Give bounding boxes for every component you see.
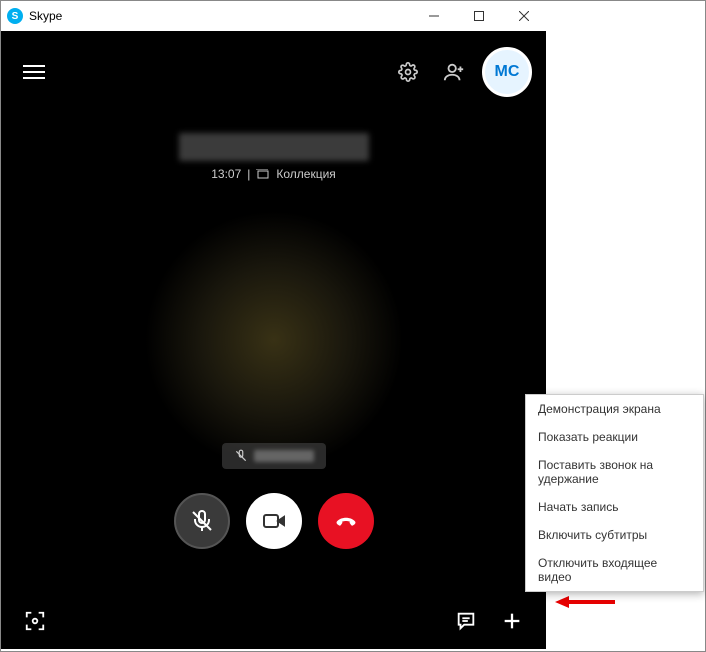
fullscreen-icon	[24, 610, 46, 632]
call-controls	[174, 493, 374, 549]
muted-name-blurred	[254, 450, 314, 462]
menu-item-hold[interactable]: Поставить звонок на удержание	[526, 451, 703, 493]
contact-name-blurred	[179, 133, 369, 161]
minimize-button[interactable]	[411, 1, 456, 31]
menu-item-subtitles[interactable]: Включить субтитры	[526, 521, 703, 549]
more-actions-menu: Демонстрация экрана Показать реакции Пос…	[525, 394, 704, 592]
skype-logo-icon: S	[7, 8, 23, 24]
avatar[interactable]: MC	[482, 47, 532, 97]
menu-item-reactions[interactable]: Показать реакции	[526, 423, 703, 451]
hangup-button[interactable]	[318, 493, 374, 549]
plus-icon	[501, 610, 523, 632]
video-icon	[262, 509, 286, 533]
video-button[interactable]	[246, 493, 302, 549]
call-topbar: MC	[1, 31, 546, 103]
topbar-right: MC	[390, 47, 532, 97]
close-button[interactable]	[501, 1, 546, 31]
window-title: Skype	[29, 9, 411, 23]
menu-hamburger-icon[interactable]	[19, 57, 49, 87]
menu-item-start-recording[interactable]: Начать запись	[526, 493, 703, 521]
skype-window: S Skype	[1, 1, 546, 649]
mic-off-icon	[190, 509, 214, 533]
chat-button[interactable]	[452, 607, 480, 635]
titlebar: S Skype	[1, 1, 546, 31]
menu-item-disable-incoming-video[interactable]: Отключить входящее видео	[526, 549, 703, 591]
collection-icon	[256, 169, 270, 179]
fullscreen-button[interactable]	[21, 607, 49, 635]
hangup-icon	[333, 508, 359, 534]
collection-label: Коллекция	[276, 167, 335, 181]
annotation-arrow-plus-button	[555, 594, 615, 610]
maximize-button[interactable]	[456, 1, 501, 31]
chat-icon	[455, 610, 477, 632]
call-time: 13:07	[211, 167, 241, 181]
call-area: MC 13:07 | Коллекция	[1, 31, 546, 649]
mic-muted-icon	[234, 449, 248, 463]
add-participant-button[interactable]	[436, 54, 472, 90]
call-subinfo: 13:07 | Коллекция	[1, 167, 546, 181]
more-actions-button[interactable]	[498, 607, 526, 635]
bottom-bar	[1, 593, 546, 649]
mute-mic-button[interactable]	[174, 493, 230, 549]
settings-button[interactable]	[390, 54, 426, 90]
call-info: 13:07 | Коллекция	[1, 103, 546, 181]
remote-mute-indicator	[222, 443, 326, 469]
separator: |	[247, 167, 250, 181]
window-controls	[411, 1, 546, 31]
call-background-glow	[144, 210, 404, 470]
menu-item-screen-share[interactable]: Демонстрация экрана	[526, 395, 703, 423]
